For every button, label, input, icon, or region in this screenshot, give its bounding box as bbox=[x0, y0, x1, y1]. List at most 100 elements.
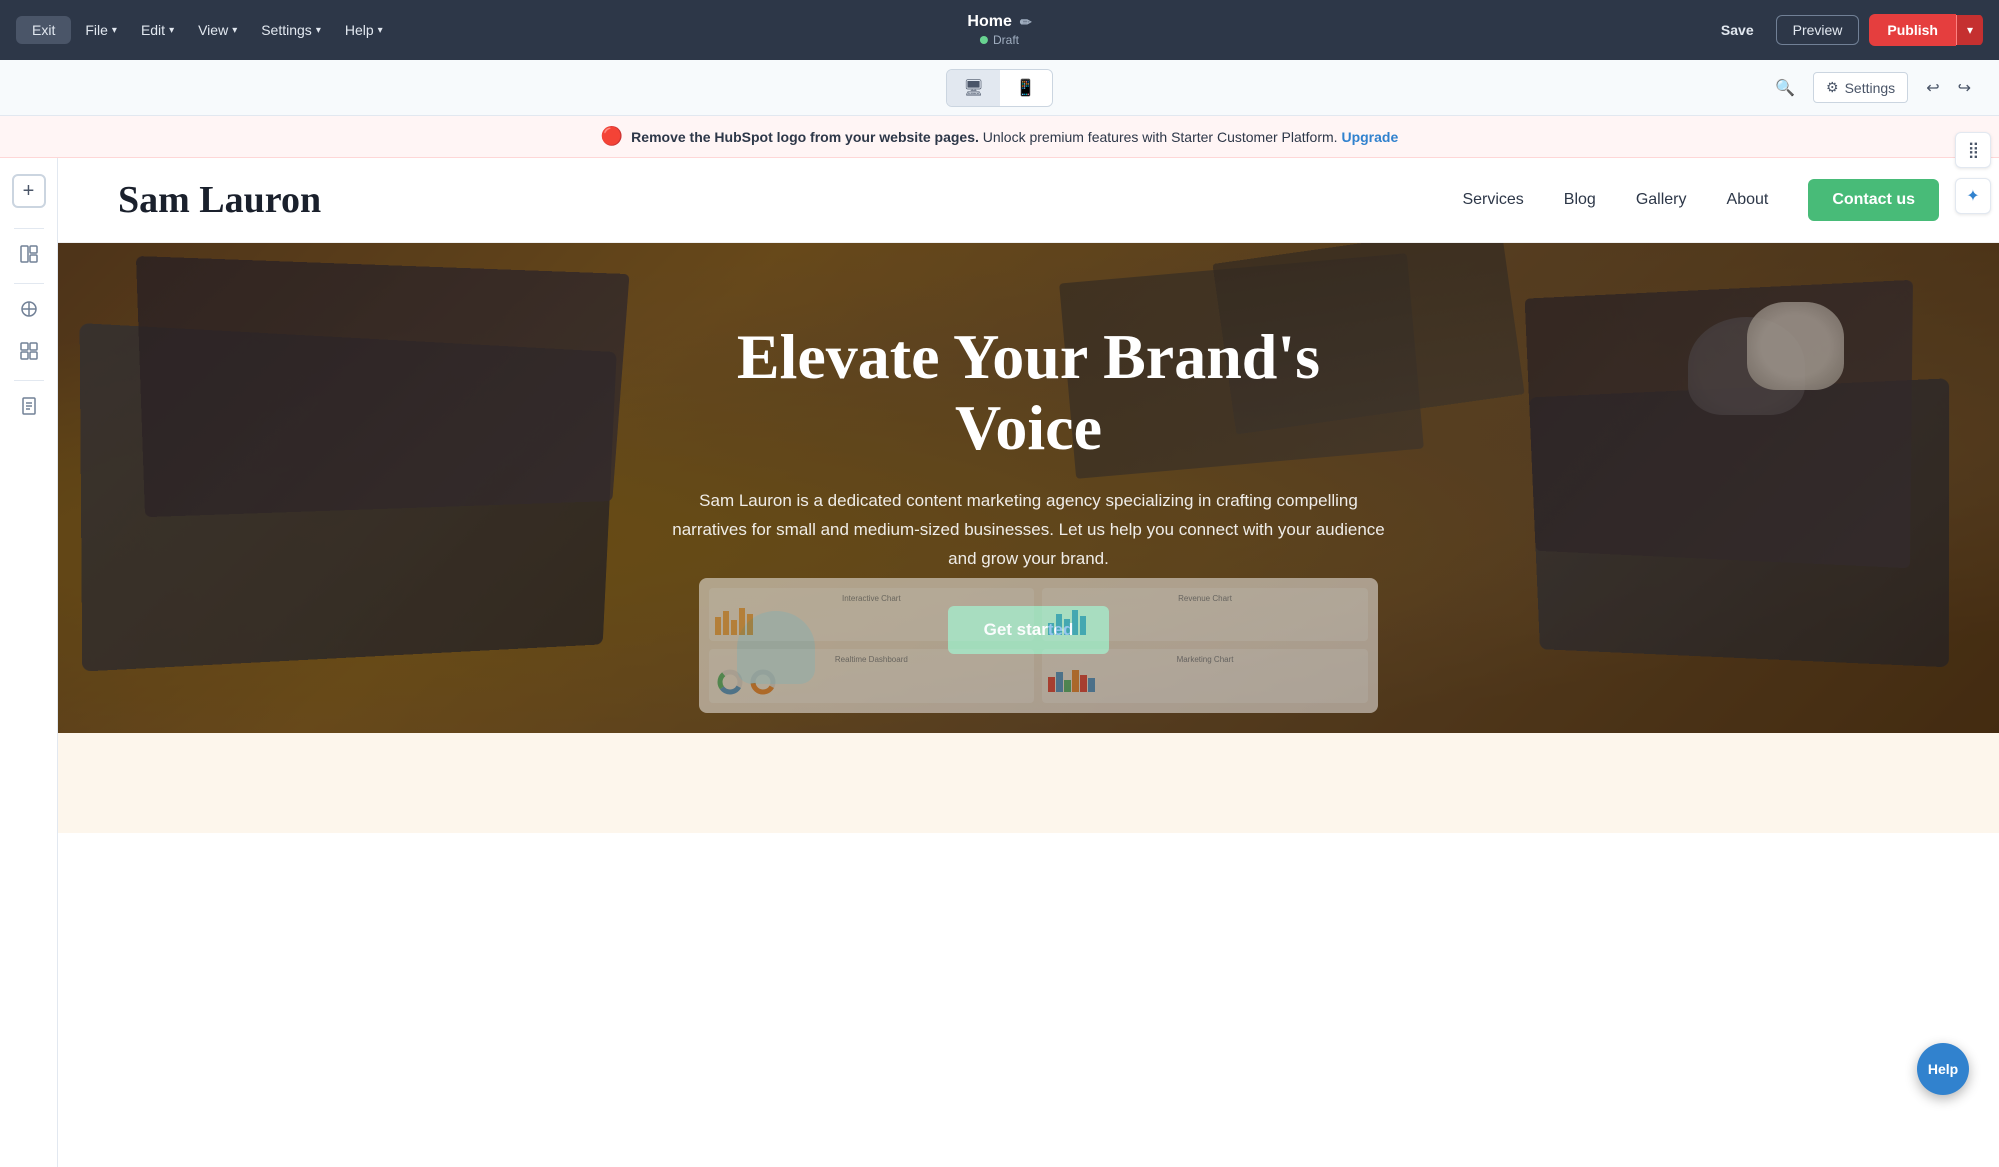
left-sidebar: + bbox=[0, 158, 58, 1167]
mobile-view-button[interactable]: 📱 bbox=[1000, 70, 1052, 106]
sidebar-divider-2 bbox=[14, 283, 44, 284]
top-bar-left: Exit File ▾ Edit ▾ View ▾ Settings ▾ Hel… bbox=[16, 16, 393, 44]
edit-page-title-icon[interactable]: ✏ bbox=[1020, 14, 1032, 31]
hero-title: Elevate Your Brand's Voice bbox=[669, 322, 1389, 463]
sidebar-divider-3 bbox=[14, 380, 44, 381]
chevron-down-icon: ▾ bbox=[112, 25, 117, 36]
chevron-down-icon: ▾ bbox=[316, 25, 321, 36]
site-header: Sam Lauron Services Blog Gallery About C… bbox=[58, 158, 1999, 243]
pages-icon bbox=[19, 396, 39, 421]
secondary-bar-right: 🔍 ⚙ Settings ↩ ↪ bbox=[1767, 72, 1979, 104]
publish-dropdown-button[interactable]: ▾ bbox=[1956, 15, 1983, 45]
redo-icon: ↪ bbox=[1958, 80, 1971, 97]
upgrade-link[interactable]: Upgrade bbox=[1341, 129, 1398, 145]
mini-chart bbox=[715, 605, 1029, 635]
top-bar: Exit File ▾ Edit ▾ View ▾ Settings ▾ Hel… bbox=[0, 0, 1999, 60]
sidebar-design-button[interactable] bbox=[10, 292, 48, 330]
bar bbox=[731, 620, 737, 635]
search-button[interactable]: 🔍 bbox=[1767, 72, 1803, 104]
sidebar-layout-button[interactable] bbox=[10, 237, 48, 275]
sidebar-divider bbox=[14, 228, 44, 229]
chevron-down-icon: ▾ bbox=[169, 25, 174, 36]
publish-button[interactable]: Publish bbox=[1869, 14, 1956, 46]
mini-chart-2 bbox=[1048, 605, 1362, 635]
settings-menu[interactable]: Settings ▾ bbox=[251, 16, 331, 44]
grid-icon: ⣿ bbox=[1968, 140, 1979, 160]
help-button[interactable]: Help bbox=[1917, 1043, 1969, 1095]
stacked-bars bbox=[1048, 667, 1362, 692]
donut-area bbox=[715, 667, 1029, 697]
bar bbox=[739, 608, 745, 635]
undo-icon: ↩ bbox=[1926, 80, 1939, 97]
nav-about[interactable]: About bbox=[1727, 191, 1769, 209]
design-icon bbox=[19, 299, 39, 324]
bar bbox=[1080, 675, 1087, 693]
ai-assistant-button[interactable]: ✦ bbox=[1955, 178, 1991, 214]
bar bbox=[1072, 610, 1078, 636]
warning-icon: 🔴 bbox=[601, 126, 623, 147]
chevron-down-icon: ▾ bbox=[378, 25, 383, 36]
sidebar-pages-button[interactable] bbox=[10, 389, 48, 427]
bar bbox=[1088, 678, 1095, 692]
site-logo: Sam Lauron bbox=[118, 178, 321, 222]
nav-gallery[interactable]: Gallery bbox=[1636, 191, 1687, 209]
donut-chart bbox=[715, 667, 745, 697]
draft-dot bbox=[980, 36, 988, 44]
bar bbox=[1056, 614, 1062, 635]
search-icon: 🔍 bbox=[1775, 80, 1795, 97]
page-settings-button[interactable]: ⚙ Settings bbox=[1813, 72, 1908, 103]
chevron-down-icon: ▾ bbox=[232, 25, 237, 36]
bar bbox=[1064, 680, 1071, 693]
draft-status: Draft bbox=[980, 33, 1019, 47]
contact-button[interactable]: Contact us bbox=[1808, 179, 1939, 221]
page-title: Home ✏ bbox=[967, 13, 1031, 31]
preview-button[interactable]: Preview bbox=[1776, 15, 1860, 45]
secondary-bar: 🖥 📱 🔍 ⚙ Settings ↩ ↪ bbox=[0, 60, 1999, 116]
dashboard-row-2: Realtime Dashboard bbox=[709, 649, 1368, 703]
file-menu[interactable]: File ▾ bbox=[75, 16, 127, 44]
help-menu[interactable]: Help ▾ bbox=[335, 16, 393, 44]
bottom-section bbox=[58, 733, 1999, 833]
page-title-area: Home ✏ Draft bbox=[967, 13, 1031, 47]
card-label-4: Marketing Chart bbox=[1048, 655, 1362, 664]
device-toggle: 🖥 📱 bbox=[946, 69, 1052, 107]
star-icon: ✦ bbox=[1966, 186, 1979, 206]
bar bbox=[723, 611, 729, 635]
sidebar-components-button[interactable] bbox=[10, 334, 48, 372]
bar bbox=[715, 617, 721, 635]
dashboard-card-4: Marketing Chart bbox=[1042, 649, 1368, 703]
undo-button[interactable]: ↩ bbox=[1918, 72, 1947, 104]
card-label-2: Revenue Chart bbox=[1048, 594, 1362, 603]
publish-group: Publish ▾ bbox=[1869, 14, 1983, 46]
components-icon bbox=[19, 341, 39, 366]
site-nav: Services Blog Gallery About Contact us bbox=[1462, 179, 1939, 221]
redo-button[interactable]: ↪ bbox=[1950, 72, 1979, 104]
nav-services[interactable]: Services bbox=[1462, 191, 1523, 209]
hero-section: Elevate Your Brand's Voice Sam Lauron is… bbox=[58, 243, 1999, 733]
bar bbox=[1072, 670, 1079, 693]
bar bbox=[1064, 619, 1070, 636]
canvas: Sam Lauron Services Blog Gallery About C… bbox=[58, 158, 1999, 1167]
bar bbox=[1048, 677, 1055, 692]
edit-menu[interactable]: Edit ▾ bbox=[131, 16, 184, 44]
add-section-button[interactable]: + bbox=[12, 174, 46, 208]
exit-button[interactable]: Exit bbox=[16, 16, 71, 44]
bar bbox=[1048, 623, 1054, 635]
bar bbox=[1056, 672, 1063, 692]
view-menu[interactable]: View ▾ bbox=[188, 16, 247, 44]
gear-icon: ⚙ bbox=[1826, 79, 1839, 96]
notification-text: Remove the HubSpot logo from your websit… bbox=[631, 129, 1398, 145]
undo-redo-group: ↩ ↪ bbox=[1918, 72, 1979, 104]
save-button[interactable]: Save bbox=[1709, 16, 1766, 44]
layout-icon bbox=[19, 244, 39, 269]
dashboard-card-1: Interactive Chart bbox=[709, 588, 1035, 641]
nav-blog[interactable]: Blog bbox=[1564, 191, 1596, 209]
mobile-icon: 📱 bbox=[1016, 80, 1036, 97]
grid-panel-button[interactable]: ⣿ bbox=[1955, 132, 1991, 168]
desktop-view-button[interactable]: 🖥 bbox=[947, 70, 999, 106]
notification-banner: 🔴 Remove the HubSpot logo from your webs… bbox=[0, 116, 1999, 158]
dashboard-card-2: Revenue Chart bbox=[1042, 588, 1368, 641]
donut-chart-2 bbox=[748, 667, 778, 697]
main-layout: + bbox=[0, 158, 1999, 1167]
desktop-icon: 🖥 bbox=[963, 80, 983, 97]
